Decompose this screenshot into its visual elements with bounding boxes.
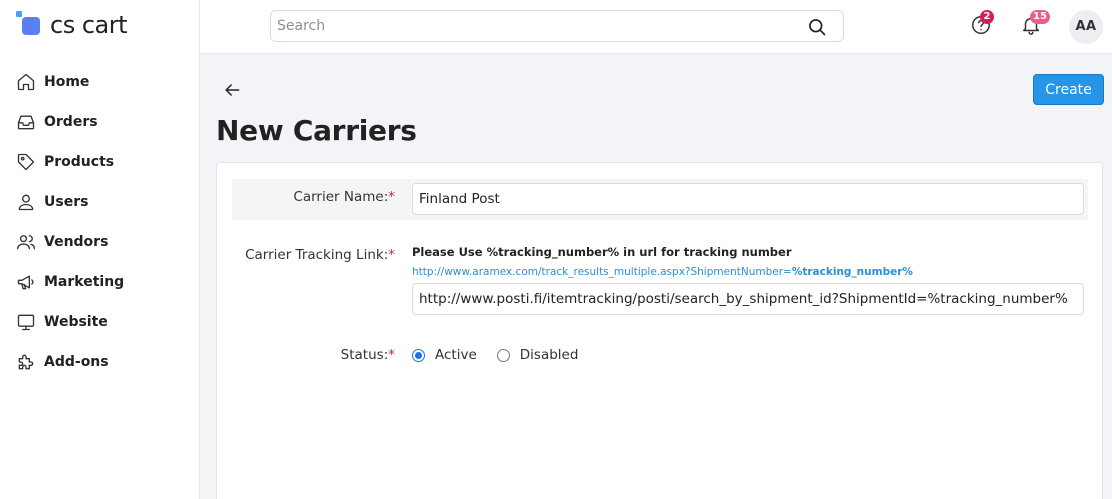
notifications-button[interactable]: 15 <box>1020 10 1050 38</box>
sidebar-item-home[interactable]: Home <box>0 62 200 102</box>
back-button[interactable] <box>222 80 244 102</box>
carrier-name-input[interactable] <box>413 184 1083 214</box>
search-box <box>270 10 844 42</box>
inbox-icon <box>17 115 35 130</box>
megaphone-icon <box>17 275 34 290</box>
page-title: New Carriers <box>216 114 417 147</box>
status-radio-disabled[interactable]: Disabled <box>496 347 579 363</box>
sidebar-item-addons[interactable]: Add-ons <box>0 342 200 382</box>
search-icon[interactable] <box>807 17 827 37</box>
help-button[interactable]: 2 <box>970 10 994 38</box>
top-header: 2 15 AA <box>200 0 1112 54</box>
sidebar-item-label: Add-ons <box>44 354 109 370</box>
tracking-link-label-text: Carrier Tracking Link: <box>245 247 389 263</box>
tracking-hint-example-token: %tracking_number% <box>791 266 913 278</box>
sidebar-item-products[interactable]: Products <box>0 142 200 182</box>
tracking-link-input[interactable] <box>413 284 1083 314</box>
sidebar-item-orders[interactable]: Orders <box>0 102 200 142</box>
required-mark: * <box>388 347 395 363</box>
create-button[interactable]: Create <box>1033 74 1104 105</box>
tracking-hint-example-prefix: http://www.aramex.com/track_results_mult… <box>412 266 792 278</box>
puzzle-icon <box>18 354 34 370</box>
sidebar-nav: Home Orders Products Users Vendors Marke… <box>0 62 200 382</box>
sidebar-item-label: Products <box>44 154 115 170</box>
search-input[interactable] <box>271 11 791 41</box>
sidebar-item-label: Users <box>44 194 89 210</box>
logo-mark-icon <box>16 11 44 39</box>
arrow-left-icon <box>225 84 240 96</box>
sidebar-item-marketing[interactable]: Marketing <box>0 262 200 302</box>
sidebar-item-label: Orders <box>44 114 98 130</box>
status-option-label: Active <box>435 347 477 363</box>
sidebar-item-label: Vendors <box>44 234 109 250</box>
user-icon <box>18 194 34 211</box>
required-mark: * <box>388 189 395 205</box>
status-option-label: Disabled <box>519 347 579 363</box>
notifications-badge: 15 <box>1030 10 1050 24</box>
tracking-hint-example: http://www.aramex.com/track_results_mult… <box>412 266 913 278</box>
main-content: Create New Carriers Carrier Name:* Carri… <box>200 54 1112 499</box>
required-mark: * <box>388 247 395 263</box>
radio-checked-icon[interactable] <box>412 348 425 362</box>
home-icon <box>17 73 35 91</box>
sidebar-item-label: Marketing <box>44 274 125 290</box>
logo-text: cs cart <box>50 11 128 39</box>
carrier-form-card: Carrier Name:* Carrier Tracking Link:* P… <box>216 162 1103 499</box>
carrier-name-label-text: Carrier Name: <box>293 189 389 205</box>
users-icon <box>17 235 35 250</box>
logo[interactable]: cs cart <box>16 10 128 40</box>
status-label-text: Status: <box>340 347 389 363</box>
avatar[interactable]: AA <box>1069 10 1103 44</box>
sidebar-item-users[interactable]: Users <box>0 182 200 222</box>
status-radio-active[interactable]: Active <box>412 347 477 363</box>
status-radio-group: Active Disabled <box>412 347 598 363</box>
radio-unchecked-icon[interactable] <box>496 348 510 362</box>
sidebar-item-vendors[interactable]: Vendors <box>0 222 200 262</box>
tracking-hint-title: Please Use %tracking_number% in url for … <box>412 245 792 259</box>
tag-icon <box>17 153 35 171</box>
sidebar-item-website[interactable]: Website <box>0 302 200 342</box>
carrier-name-field <box>412 183 1084 215</box>
tracking-link-field <box>412 283 1084 315</box>
sidebar-item-label: Website <box>44 314 108 330</box>
monitor-icon <box>17 314 35 331</box>
help-badge: 2 <box>980 10 994 24</box>
sidebar: cs cart Home Orders Products Users Vendo… <box>0 0 200 499</box>
sidebar-item-label: Home <box>44 74 90 90</box>
